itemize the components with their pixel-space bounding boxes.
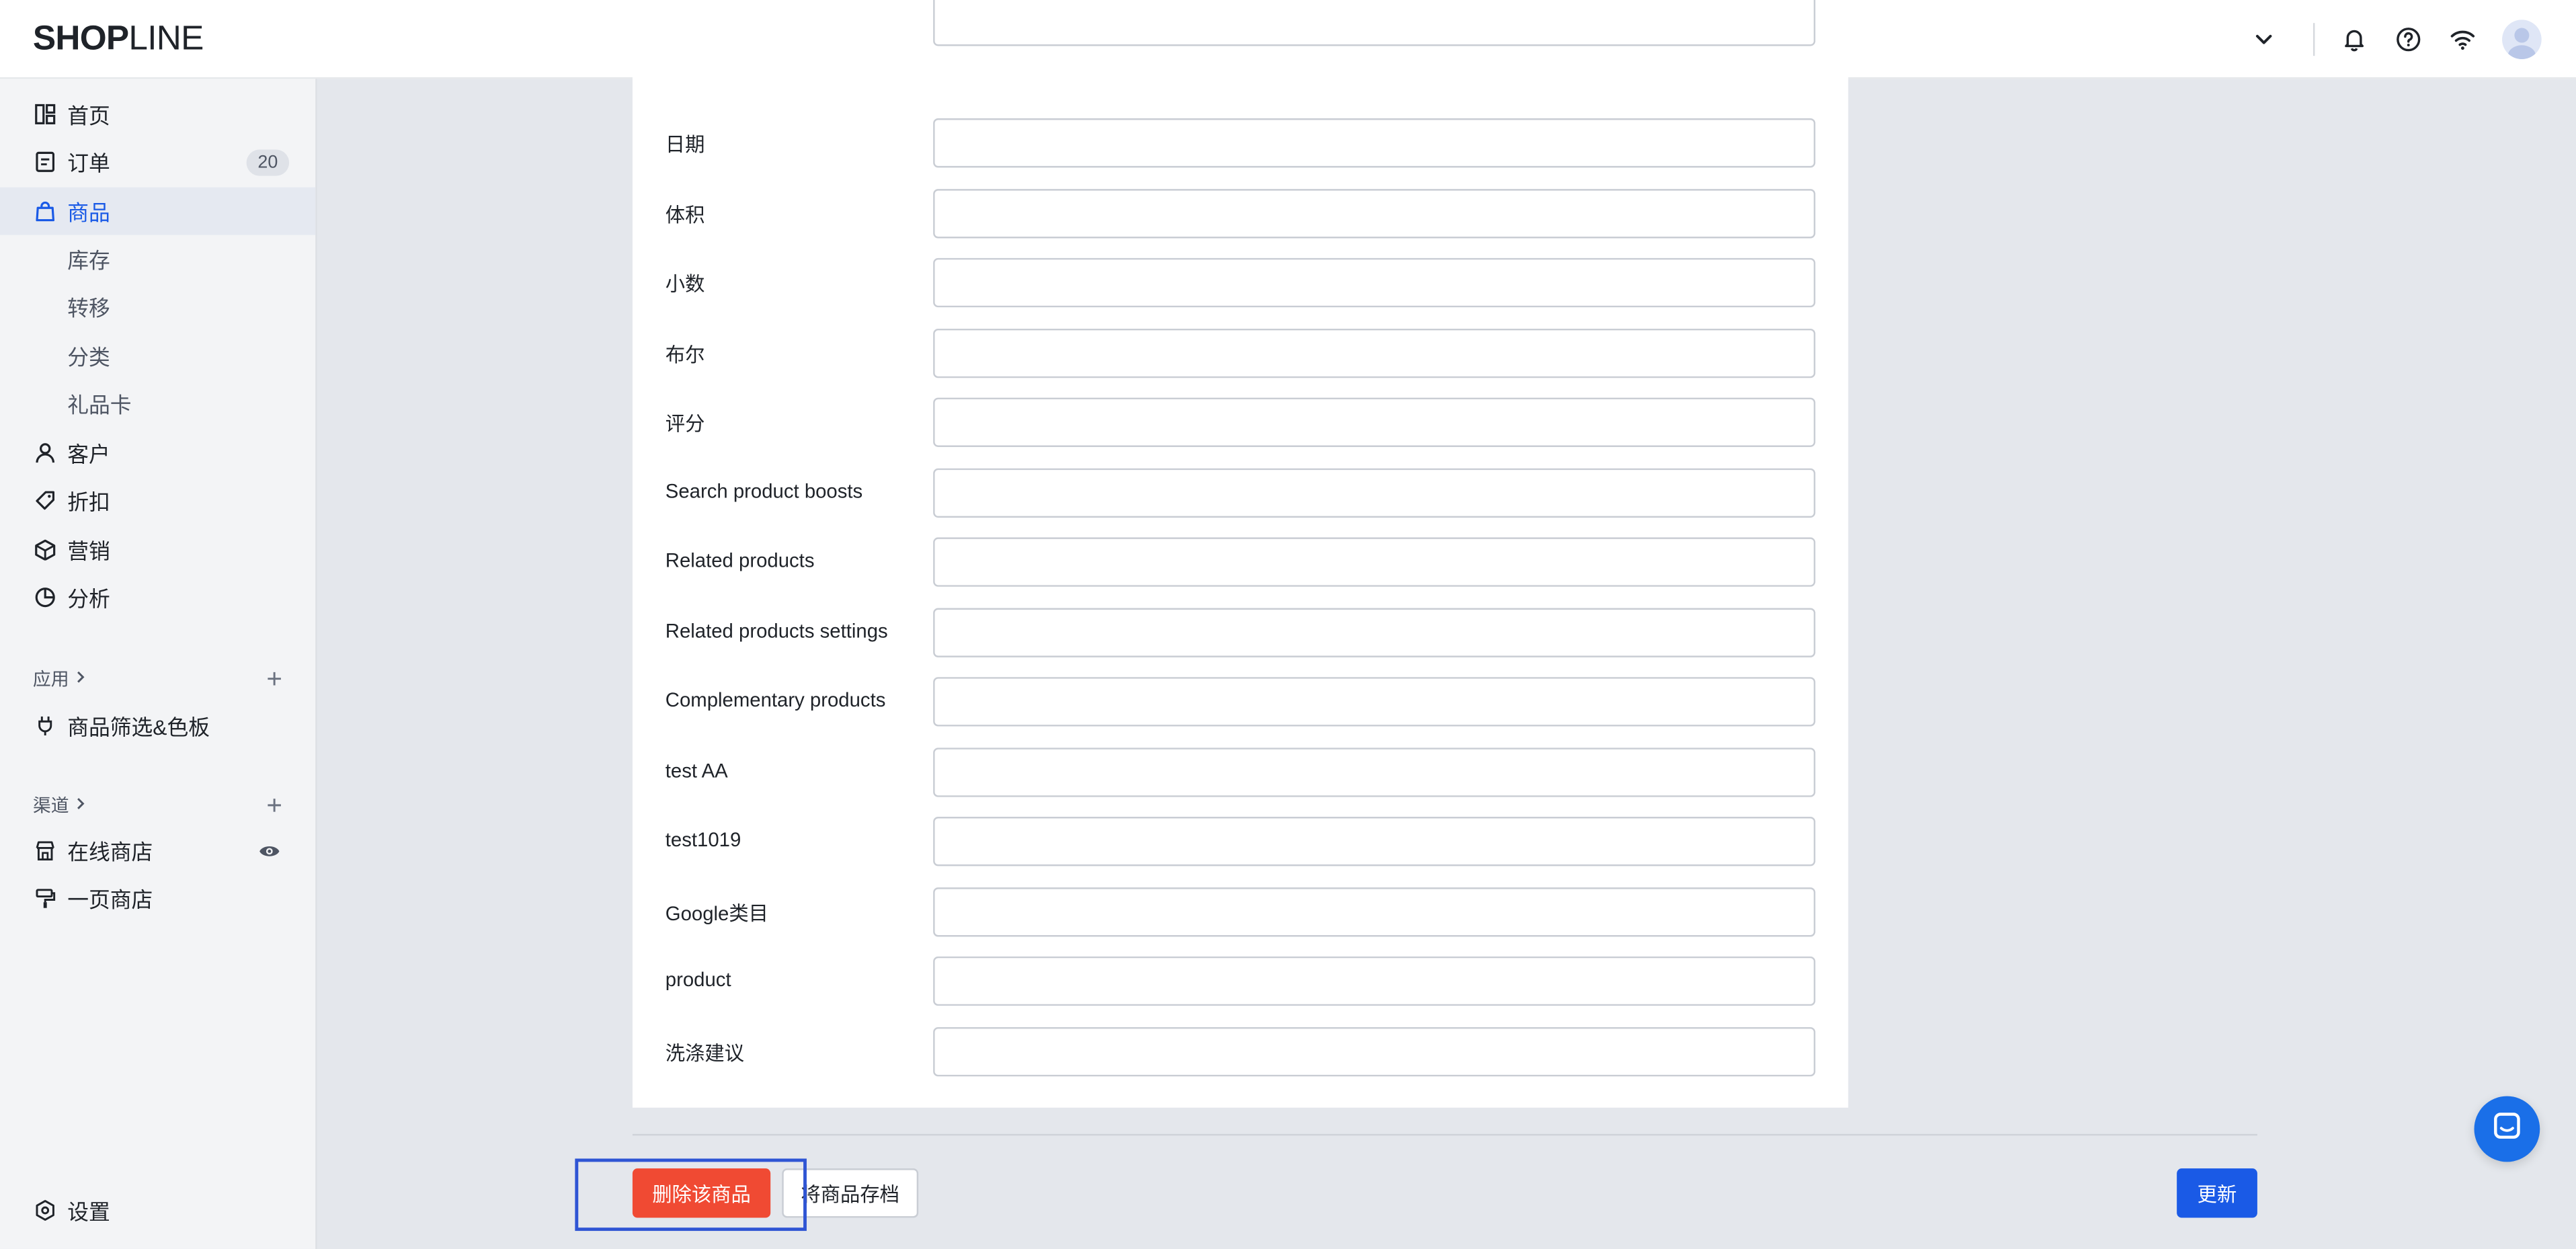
field-label: Search product boosts (665, 479, 863, 503)
metafields-card: 日期 体积 小数 布尔 评分 Search product boosts Rel… (632, 0, 1849, 1108)
app-root: SHOPLINE 首页 订单 (0, 0, 2576, 1249)
sidebar-item-label: 分析 (67, 586, 110, 612)
sidebar-item-label: 商品筛选&色板 (67, 715, 210, 740)
chat-launcher-button[interactable] (2474, 1096, 2540, 1162)
avatar[interactable] (2502, 19, 2542, 60)
wifi-icon[interactable] (2446, 23, 2479, 56)
user-icon (33, 441, 56, 464)
field-label: 评分 (665, 412, 705, 436)
add-channel-plus-icon[interactable] (264, 795, 284, 815)
bag-icon (33, 200, 56, 223)
sidebar-item-products[interactable]: 商品 (0, 187, 316, 235)
bell-icon[interactable] (2338, 23, 2371, 56)
plug-icon (33, 714, 56, 737)
footer-divider (632, 1133, 2257, 1136)
eye-icon[interactable] (258, 842, 284, 861)
sidebar-item-customers[interactable]: 客户 (0, 429, 315, 477)
orders-icon (33, 151, 56, 173)
sidebar-item-home[interactable]: 首页 (0, 90, 315, 138)
update-button[interactable]: 更新 (2177, 1168, 2257, 1218)
pie-chart-icon (33, 586, 56, 609)
sidebar-item-analytics[interactable]: 分析 (0, 573, 315, 621)
field-label: 体积 (665, 204, 705, 227)
chevron-right-icon (74, 669, 87, 688)
delete-product-button[interactable]: 删除该商品 (632, 1168, 771, 1218)
field-input-test1019[interactable] (933, 817, 1816, 867)
sidebar-item-label: 商品 (67, 200, 110, 225)
field-label: Google类目 (665, 902, 769, 926)
sidebar-item-label: 在线商店 (67, 840, 153, 864)
sidebar-item-label: 分类 (67, 345, 110, 370)
sidebar-item-gift-cards[interactable]: 礼品卡 (0, 380, 315, 428)
sidebar-item-label: 订单 (67, 151, 110, 176)
sidebar-item-one-page-store[interactable]: 一页商店 (0, 875, 315, 922)
sidebar-item-marketing[interactable]: 营销 (0, 526, 315, 573)
metafield-input-cut-off[interactable] (933, 0, 1816, 46)
logo-bold-text: SHOP (32, 19, 129, 58)
brush-icon (33, 887, 56, 910)
sidebar-item-label: 设置 (67, 1199, 110, 1225)
field-label: 日期 (665, 133, 705, 157)
chevron-right-icon (74, 795, 87, 815)
field-input-care-instructions[interactable] (933, 1026, 1816, 1077)
field-label: product (665, 967, 731, 992)
field-input-boolean[interactable] (933, 328, 1816, 378)
cube-icon (33, 538, 56, 561)
sidebar-item-label: 一页商店 (67, 887, 153, 912)
channels-section-label: 渠道 (32, 797, 69, 817)
sidebar-item-product-filter-app[interactable]: 商品筛选&色板 (0, 702, 315, 750)
field-input-product[interactable] (933, 956, 1816, 1006)
field-input-related-products[interactable] (933, 537, 1816, 587)
sidebar-item-orders[interactable]: 订单 20 (0, 138, 315, 186)
logo-light-text: LINE (128, 19, 204, 58)
sidebar-item-label: 营销 (67, 538, 110, 564)
field-label: 洗涤建议 (665, 1041, 745, 1065)
sidebar-item-label: 库存 (67, 248, 110, 273)
toolbar-divider (2313, 23, 2315, 56)
field-input-related-products-settings[interactable] (933, 608, 1816, 657)
field-input-search-product-boosts[interactable] (933, 468, 1816, 518)
help-icon[interactable] (2392, 23, 2425, 56)
sidebar-item-settings[interactable]: 设置 (0, 1186, 315, 1234)
field-label: test AA (665, 759, 728, 782)
sidebar: 首页 订单 20 商品 库存 转移 分类 礼品卡 客户 折扣 营销 分析 应用 … (0, 79, 317, 1249)
field-input-google-category[interactable] (933, 887, 1816, 937)
archive-product-button[interactable]: 将商品存档 (782, 1168, 919, 1218)
field-label: Related products (665, 549, 815, 572)
dashboard-icon (33, 103, 56, 126)
sidebar-item-label: 转移 (67, 296, 110, 321)
field-input-test-aa[interactable] (933, 748, 1816, 797)
sidebar-item-inventory[interactable]: 库存 (0, 235, 315, 283)
field-label: 布尔 (665, 343, 705, 367)
sidebar-item-label: 礼品卡 (67, 393, 132, 417)
shopline-logo[interactable]: SHOP LINE (33, 19, 204, 59)
channels-section-header[interactable]: 渠道 (33, 792, 87, 818)
field-label: test1019 (665, 828, 741, 852)
field-label: Complementary products (665, 688, 886, 712)
apps-section-label: 应用 (32, 670, 69, 690)
add-app-plus-icon[interactable] (264, 669, 284, 688)
field-input-date[interactable] (933, 118, 1816, 168)
field-input-volume[interactable] (933, 189, 1816, 239)
store-icon (33, 839, 56, 862)
field-input-decimal[interactable] (933, 257, 1816, 308)
field-label: Related products settings (665, 619, 888, 643)
orders-count-badge: 20 (246, 149, 290, 176)
sidebar-item-label: 客户 (67, 442, 110, 467)
tag-icon (33, 489, 56, 512)
chat-icon (2491, 1109, 2524, 1150)
sidebar-item-discounts[interactable]: 折扣 (0, 477, 315, 524)
field-input-rating[interactable] (933, 397, 1816, 447)
field-input-complementary-products[interactable] (933, 677, 1816, 727)
sidebar-item-online-store[interactable]: 在线商店 (0, 827, 315, 875)
sidebar-item-label: 首页 (67, 104, 110, 128)
apps-section-header[interactable]: 应用 (33, 666, 87, 692)
sidebar-item-transfers[interactable]: 转移 (0, 282, 315, 330)
sidebar-item-label: 折扣 (67, 489, 110, 515)
gear-icon (33, 1199, 56, 1221)
field-label: 小数 (665, 272, 705, 296)
sidebar-item-collections[interactable]: 分类 (0, 332, 315, 380)
chevron-down-icon[interactable] (2247, 23, 2280, 56)
